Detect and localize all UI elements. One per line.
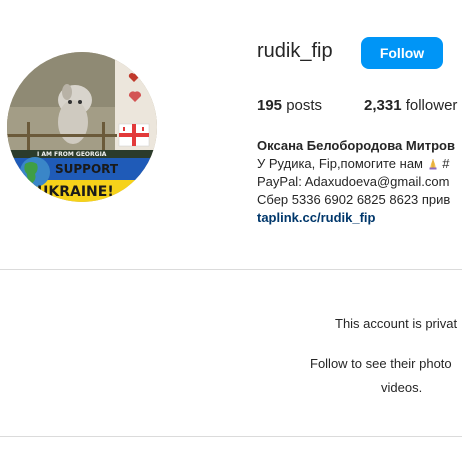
- followers-label: follower: [405, 97, 458, 114]
- private-account-title: This account is privat: [335, 316, 458, 331]
- posts-count: 195: [257, 97, 283, 114]
- private-account-message: Follow to see their photo videos.: [310, 352, 462, 400]
- section-divider-bottom: [0, 436, 462, 437]
- profile-username: rudik_fip: [257, 40, 333, 62]
- followers-stat[interactable]: 2,331 follower: [364, 97, 457, 114]
- private-message-line-1: Follow to see their photo: [310, 356, 452, 371]
- bio-link[interactable]: taplink.cc/rudik_fip: [257, 209, 462, 227]
- private-message-line-2: videos.: [381, 380, 423, 395]
- svg-text:UKRAINE!: UKRAINE!: [37, 184, 114, 200]
- bio-line-1-text: У Рудика, Fip,помогите нам: [257, 156, 427, 171]
- svg-text:I AM FROM GEORGIA: I AM FROM GEORGIA: [37, 151, 107, 158]
- bio-line-1-suffix: #: [442, 156, 450, 171]
- posts-label: posts: [286, 97, 323, 114]
- follow-button[interactable]: Follow: [361, 37, 443, 69]
- followers-count: 2,331: [364, 97, 402, 114]
- posts-stat: 195 posts: [257, 97, 322, 114]
- profile-avatar[interactable]: I AM FROM GEORGIA SUPPORT UKRAINE!: [7, 52, 157, 202]
- bio-line-2: PayPal: Adaxudoeva@gmail.com: [257, 174, 450, 189]
- profile-page: I AM FROM GEORGIA SUPPORT UKRAINE! rudik…: [0, 0, 462, 462]
- praying-hands-icon: [429, 159, 437, 170]
- profile-bio: Оксана Белобородова Митров У Рудика, Fip…: [257, 137, 462, 227]
- bio-line-3: Сбер 5336 6902 6825 8623 прив: [257, 192, 451, 207]
- section-divider-top: [0, 269, 462, 270]
- avatar-image: I AM FROM GEORGIA SUPPORT UKRAINE!: [7, 52, 157, 202]
- profile-full-name: Оксана Белобородова Митров: [257, 138, 455, 153]
- svg-text:SUPPORT: SUPPORT: [55, 162, 119, 176]
- bio-line-1: У Рудика, Fip,помогите нам #: [257, 155, 462, 173]
